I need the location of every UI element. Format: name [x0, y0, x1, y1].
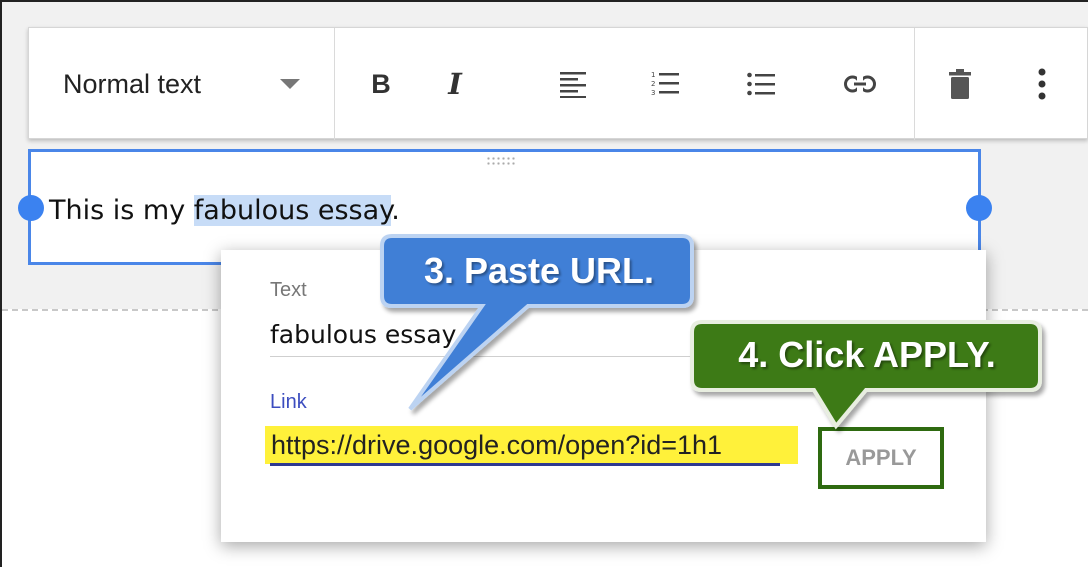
bulleted-list-icon — [747, 72, 775, 96]
insert-link-button[interactable] — [834, 56, 886, 112]
drag-handle-icon[interactable] — [486, 156, 516, 166]
selected-text: fabulous essay — [193, 195, 392, 226]
trash-icon — [949, 69, 971, 99]
dropdown-arrow-icon — [280, 79, 300, 89]
svg-text:3: 3 — [651, 89, 655, 97]
text-field-label: Text — [270, 279, 307, 301]
align-left-button[interactable] — [547, 56, 599, 112]
callout-step-3: 3. Paste URL. — [423, 250, 655, 291]
bulleted-list-button[interactable] — [735, 56, 787, 112]
selection-start-handle[interactable] — [18, 195, 44, 221]
more-options-button[interactable] — [1016, 56, 1068, 112]
svg-text:1: 1 — [651, 71, 655, 79]
toolbar-divider — [334, 28, 335, 140]
link-url-input[interactable] — [265, 426, 798, 464]
link-icon — [844, 75, 876, 93]
numbered-list-button[interactable]: 1 2 3 — [639, 56, 691, 112]
formatting-toolbar: Normal text B I 1 2 3 — [28, 27, 1088, 140]
link-field-label: Link — [270, 391, 307, 413]
paragraph-style-label: Normal text — [63, 68, 202, 99]
bold-button[interactable]: B — [355, 56, 407, 112]
apply-button[interactable]: APPLY — [818, 427, 944, 489]
bold-icon: B — [371, 68, 391, 99]
link-text-input[interactable]: fabulous essay — [270, 320, 456, 349]
italic-button[interactable]: I — [429, 56, 481, 112]
paragraph-text: This is my — [49, 195, 194, 226]
italic-icon: I — [448, 67, 462, 101]
paragraph-text-end: . — [391, 195, 400, 226]
paragraph-style-dropdown[interactable]: Normal text — [29, 28, 334, 140]
svg-text:2: 2 — [651, 80, 655, 88]
callout-step-4: 4. Click APPLY. — [738, 334, 996, 375]
link-field-underline — [270, 463, 780, 466]
align-left-icon — [560, 72, 586, 98]
delete-button[interactable] — [934, 56, 986, 112]
more-vert-icon — [1038, 68, 1046, 100]
numbered-list-icon: 1 2 3 — [651, 71, 679, 97]
selection-end-handle[interactable] — [966, 195, 992, 221]
document-paragraph[interactable]: This is my fabulous essay. — [49, 194, 400, 228]
toolbar-divider — [914, 28, 915, 140]
